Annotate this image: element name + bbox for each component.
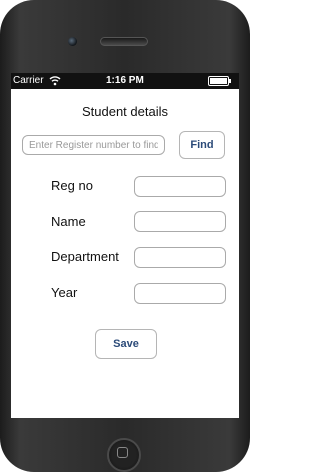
search-input[interactable] (22, 135, 165, 155)
phone-frame: Carrier 1:16 PM Student details Find Reg… (0, 0, 250, 472)
wifi-icon (49, 76, 61, 86)
status-bar: Carrier 1:16 PM (11, 73, 239, 89)
carrier-label: Carrier (13, 75, 44, 86)
department-label: Department (51, 249, 119, 264)
year-field[interactable] (134, 283, 226, 304)
content-area: Student details Find Reg no Name Departm… (11, 89, 239, 418)
reg-no-label: Reg no (51, 178, 93, 193)
page-title: Student details (81, 104, 168, 119)
earpiece-speaker (100, 37, 148, 46)
home-square-icon (117, 447, 128, 458)
battery-icon (208, 76, 231, 86)
name-label: Name (51, 214, 86, 229)
find-button[interactable]: Find (179, 131, 225, 159)
save-button[interactable]: Save (95, 329, 157, 359)
screen: Carrier 1:16 PM Student details Find Reg… (11, 73, 239, 418)
clock: 1:16 PM (106, 75, 144, 86)
name-field[interactable] (134, 211, 226, 232)
reg-no-field[interactable] (134, 176, 226, 197)
front-camera (68, 37, 77, 46)
year-label: Year (51, 285, 78, 300)
department-field[interactable] (134, 247, 226, 268)
